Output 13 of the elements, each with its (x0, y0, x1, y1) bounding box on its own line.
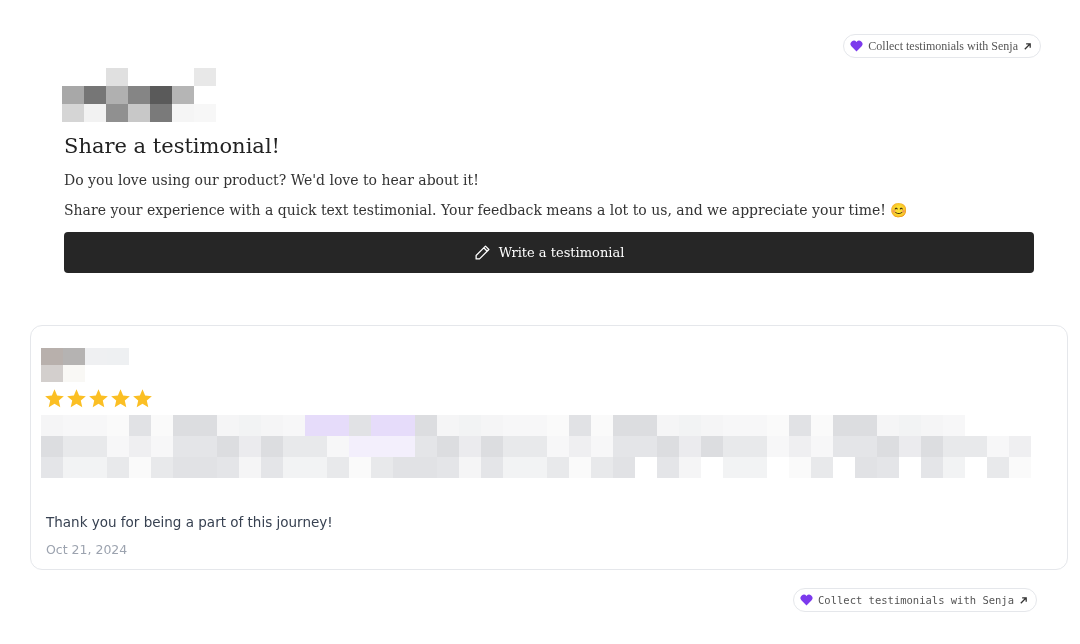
page-title: Share a testimonial! (64, 134, 282, 158)
testimonial-date: Oct 21, 2024 (46, 542, 129, 557)
pencil-icon (473, 244, 491, 261)
heart-icon (850, 40, 864, 52)
intro-text: Do you love using our product? We'd love to hear about it! (64, 172, 480, 188)
senja-badge[interactable]: Collect testimonials with Senja (843, 34, 1041, 58)
senja-badge[interactable]: Collect testimonials with Senja (793, 588, 1037, 612)
arrow-icon (1023, 41, 1032, 51)
body-text: Share your experience with a quick text testimonial. Your feedback means a lot to us, and we appreciate your time! 😊 (64, 202, 909, 218)
heart-icon (800, 594, 814, 606)
write-testimonial-button[interactable]: Write a testimonial (64, 232, 1034, 273)
arrow-icon (1019, 595, 1028, 605)
testimonial-text: Thank you for being a part of this journey! (46, 514, 334, 530)
